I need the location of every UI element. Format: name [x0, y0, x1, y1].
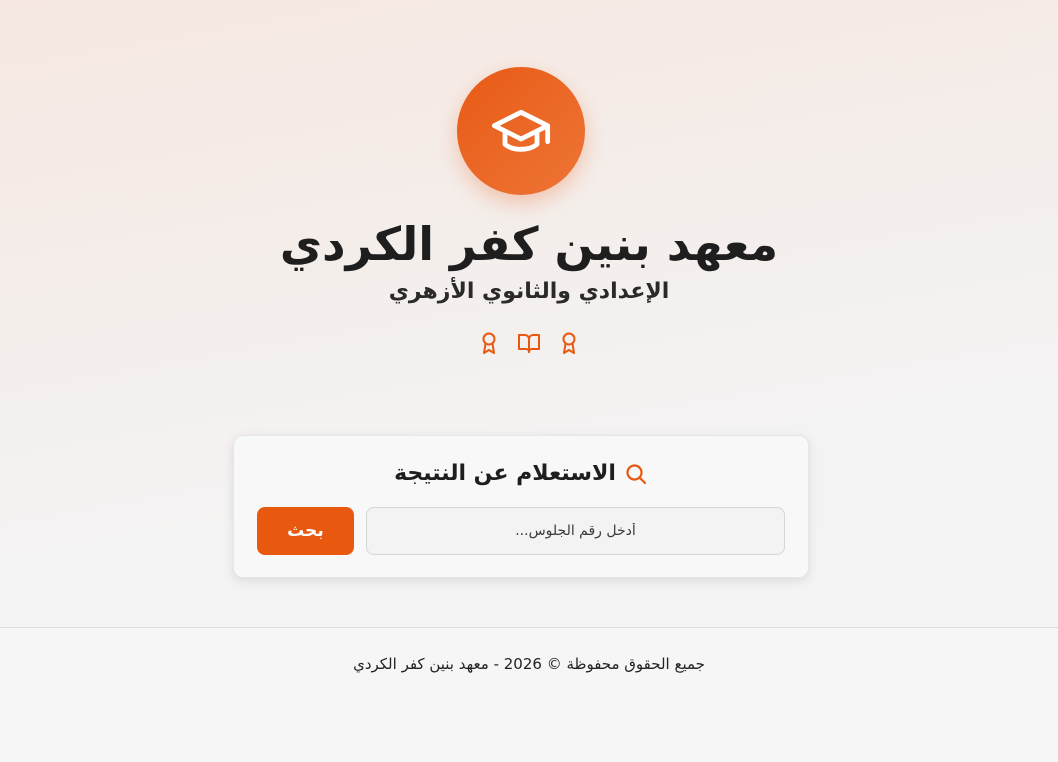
logo-badge: [457, 67, 585, 195]
search-button[interactable]: بحث: [257, 507, 354, 555]
search-icon: [624, 462, 648, 486]
card-heading-text: الاستعلام عن النتيجة: [394, 461, 616, 486]
open-book-icon: [517, 330, 541, 356]
copyright-text: جميع الحقوق محفوظة © 2026 - معهد بنين كف…: [353, 655, 705, 673]
result-search-card: الاستعلام عن النتيجة بحث: [233, 435, 809, 578]
badge-row: [0, 330, 1058, 356]
footer: جميع الحقوق محفوظة © 2026 - معهد بنين كف…: [0, 628, 1058, 762]
card-heading: الاستعلام عن النتيجة: [234, 456, 808, 492]
award-icon: [477, 330, 501, 356]
graduation-cap-icon: [491, 109, 551, 152]
seat-number-input[interactable]: [366, 507, 785, 555]
page-subtitle: الإعدادي والثانوي الأزهري: [388, 279, 670, 304]
award-icon: [557, 330, 581, 356]
hero-section: معهد بنين كفر الكردي الإعدادي والثانوي ا…: [0, 0, 1058, 420]
page-title: معهد بنين كفر الكردي: [279, 217, 779, 271]
